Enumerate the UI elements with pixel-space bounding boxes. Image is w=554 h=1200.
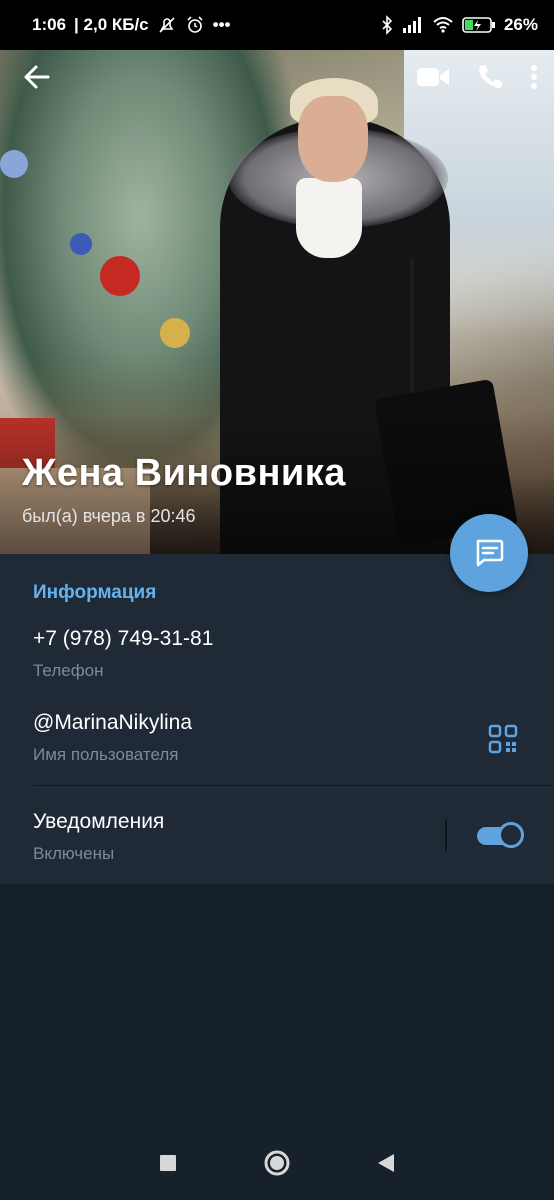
username-value[interactable]: @MarinaNikylina	[33, 711, 192, 735]
photo-ornament	[0, 150, 28, 178]
profile-name: Жена Виновника	[22, 452, 346, 494]
home-button[interactable]	[263, 1149, 291, 1182]
info-card: Информация +7 (978) 749-31-81 Телефон @M…	[0, 554, 554, 884]
photo-scarf	[296, 178, 362, 258]
photo-ornament	[70, 233, 92, 255]
system-nav-bar	[0, 1130, 554, 1200]
top-bar-actions	[416, 63, 538, 96]
photo-ornament	[100, 256, 140, 296]
profile-last-seen: был(а) вчера в 20:46	[22, 506, 196, 526]
notifications-state: Включены	[33, 844, 115, 863]
username-label: Имя пользователя	[33, 745, 179, 764]
toggle-knob	[498, 822, 524, 848]
status-more: •••	[212, 15, 231, 34]
silent-icon	[157, 15, 177, 35]
status-right: 26%	[380, 15, 538, 35]
divider	[33, 785, 554, 786]
phone-number[interactable]: +7 (978) 749-31-81	[33, 627, 213, 651]
status-network-speed: | 2,0 КБ/с	[74, 15, 149, 34]
back-button[interactable]	[22, 62, 52, 97]
section-title-info: Информация	[33, 582, 157, 603]
phone-call-icon	[479, 64, 502, 88]
status-bar: 1:06 | 2,0 КБ/с ••• 26%	[0, 0, 554, 50]
send-message-button[interactable]	[450, 514, 528, 592]
qr-code-button[interactable]	[488, 724, 518, 754]
arrow-left-icon	[24, 65, 50, 88]
phone-label: Телефон	[33, 661, 104, 680]
phone-call-button[interactable]	[476, 63, 504, 96]
status-left: 1:06 | 2,0 КБ/с •••	[32, 15, 231, 35]
triangle-back-icon	[378, 1153, 394, 1172]
notifications-toggle[interactable]	[477, 822, 524, 848]
photo-face	[298, 96, 368, 182]
signal-icon	[402, 16, 424, 34]
more-options-button[interactable]	[530, 63, 538, 96]
photo-ornament	[160, 318, 190, 348]
status-time: 1:06	[32, 15, 67, 34]
more-vertical-icon	[531, 64, 537, 89]
video-call-button[interactable]	[416, 65, 450, 94]
video-call-icon	[417, 67, 449, 86]
battery-icon	[462, 16, 496, 34]
status-battery: 26%	[503, 15, 538, 34]
photo-bag-strap	[410, 258, 414, 398]
recents-button[interactable]	[159, 1154, 177, 1177]
message-icon	[476, 539, 504, 567]
wifi-icon	[432, 16, 454, 34]
notifications-title[interactable]: Уведомления	[33, 810, 164, 834]
vertical-separator	[445, 819, 447, 851]
qr-code-icon	[488, 724, 518, 754]
alarm-icon	[185, 15, 205, 35]
back-nav-button[interactable]	[377, 1153, 395, 1178]
bluetooth-icon	[380, 15, 394, 35]
square-icon	[160, 1154, 176, 1171]
circle-icon	[264, 1150, 290, 1175]
profile-top-bar	[0, 50, 554, 108]
